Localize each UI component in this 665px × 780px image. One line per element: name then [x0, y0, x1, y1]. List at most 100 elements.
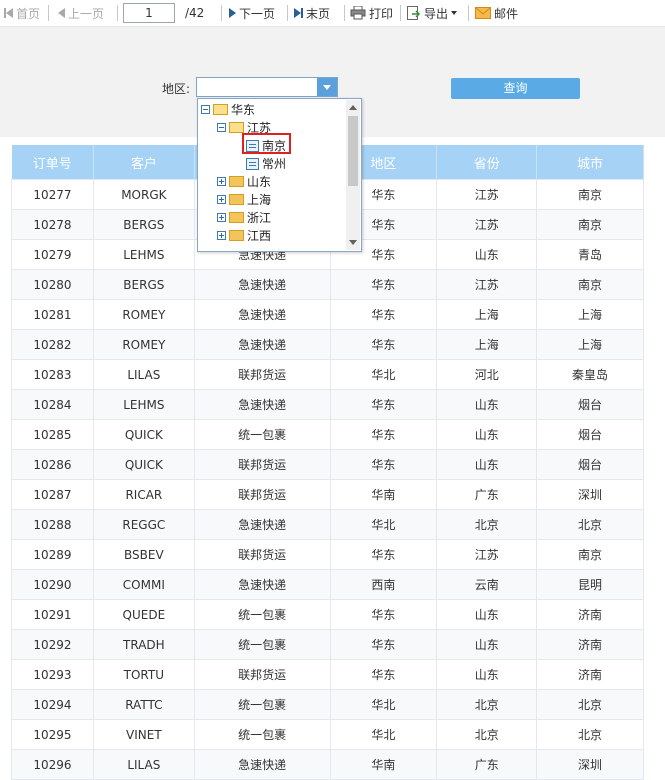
table-row[interactable]: 10283 LILAS 联邦货运 华北 河北 秦皇岛 — [11, 359, 644, 390]
mail-label: 邮件 — [494, 6, 519, 21]
order-id-cell: 10293 — [11, 659, 94, 690]
region-cell: 华南 — [329, 749, 438, 780]
mail-button[interactable]: 邮件 — [475, 4, 518, 22]
province-cell: 山东 — [436, 239, 538, 270]
region-cell: 华东 — [329, 539, 438, 570]
next-page-button[interactable]: 下一页 — [229, 4, 275, 22]
collapse-icon[interactable] — [201, 105, 210, 114]
tree-node-label: 山东 — [247, 175, 272, 189]
province-cell: 云南 — [436, 569, 538, 600]
region-tree-combo[interactable] — [196, 77, 338, 97]
shipper-cell: 统一包裹 — [193, 599, 331, 630]
province-cell: 河北 — [436, 359, 538, 390]
table-row[interactable]: 10289 BSBEV 联邦货运 华东 江苏 南京 — [11, 539, 644, 570]
shipper-cell: 统一包裹 — [193, 629, 331, 660]
toolbar-divider — [48, 5, 49, 21]
tree-node-label: 江西 — [247, 229, 272, 243]
next-page-label: 下一页 — [239, 6, 276, 21]
table-row[interactable]: 10282 ROMEY 急速快递 华东 上海 上海 — [11, 329, 644, 360]
expand-icon[interactable] — [217, 177, 226, 186]
scroll-up-icon[interactable] — [349, 105, 357, 110]
shipper-cell: 统一包裹 — [193, 419, 331, 450]
table-row[interactable]: 10284 LEHMS 急速快递 华东 山东 烟台 — [11, 389, 644, 420]
customer-cell: ROMEY — [92, 329, 195, 360]
print-button[interactable]: 打印 — [350, 4, 393, 22]
table-row[interactable]: 10296 LILAS 急速快递 华南 广东 深圳 — [11, 749, 644, 780]
tree-node-changzhou[interactable]: 常州 — [246, 155, 286, 172]
first-page-button[interactable]: 首页 — [4, 4, 40, 22]
city-cell: 深圳 — [536, 479, 644, 510]
tree-node-shandong[interactable]: 山东 — [217, 173, 271, 190]
order-id-cell: 10287 — [11, 479, 94, 510]
province-cell: 山东 — [436, 629, 538, 660]
region-dropdown-button[interactable] — [317, 78, 337, 96]
table-row[interactable]: 10294 RATTC 统一包裹 华北 北京 北京 — [11, 689, 644, 720]
region-cell: 华东 — [329, 329, 438, 360]
scroll-down-icon[interactable] — [349, 240, 357, 245]
collapse-icon[interactable] — [217, 123, 226, 132]
folder-icon — [229, 194, 244, 205]
prev-page-button[interactable]: 上一页 — [58, 4, 104, 22]
tree-node-jiangxi[interactable]: 江西 — [217, 227, 271, 244]
tree-scrollbar[interactable] — [346, 100, 360, 250]
tree-node-shanghai[interactable]: 上海 — [217, 191, 271, 208]
city-cell: 昆明 — [536, 569, 644, 600]
city-cell: 南京 — [536, 209, 644, 240]
order-id-cell: 10295 — [11, 719, 94, 750]
city-cell: 南京 — [536, 269, 644, 300]
expand-icon[interactable] — [217, 231, 226, 240]
table-row[interactable]: 10286 QUICK 联邦货运 华东 山东 烟台 — [11, 449, 644, 480]
region-cell: 华北 — [329, 509, 438, 540]
scroll-thumb[interactable] — [348, 116, 358, 186]
table-row[interactable]: 10291 QUEDE 统一包裹 华东 山东 济南 — [11, 599, 644, 630]
tree-node-label: 华东 — [231, 103, 256, 117]
customer-cell: TORTU — [92, 659, 195, 690]
tree-node-huadong[interactable]: 华东 — [201, 101, 255, 118]
query-button[interactable]: 查询 — [451, 78, 580, 99]
tree-node-zhejiang[interactable]: 浙江 — [217, 209, 271, 226]
order-id-cell: 10296 — [11, 749, 94, 780]
city-cell: 南京 — [536, 179, 644, 210]
export-button[interactable]: 导出 — [407, 4, 458, 22]
next-page-icon — [229, 8, 236, 18]
province-cell: 江苏 — [436, 539, 538, 570]
table-row[interactable]: 10285 QUICK 统一包裹 华东 山东 烟台 — [11, 419, 644, 450]
customer-cell: RICAR — [92, 479, 195, 510]
toolbar-divider — [287, 5, 288, 21]
city-cell: 北京 — [536, 719, 644, 750]
expand-icon[interactable] — [217, 195, 226, 204]
table-row[interactable]: 10290 COMMI 急速快递 西南 云南 昆明 — [11, 569, 644, 600]
table-row[interactable]: 10293 TORTU 联邦货运 华东 山东 济南 — [11, 659, 644, 690]
page-number-input[interactable]: 1 — [123, 3, 175, 23]
region-cell: 华东 — [329, 449, 438, 480]
expand-icon[interactable] — [217, 213, 226, 222]
column-header[interactable]: 城市 — [536, 145, 644, 180]
region-cell: 华南 — [329, 479, 438, 510]
customer-cell: LILAS — [92, 749, 195, 780]
column-header[interactable]: 省份 — [436, 145, 538, 180]
order-id-cell: 10289 — [11, 539, 94, 570]
table-row[interactable]: 10287 RICAR 联邦货运 华南 广东 深圳 — [11, 479, 644, 510]
shipper-cell: 统一包裹 — [193, 689, 331, 720]
order-id-cell: 10292 — [11, 629, 94, 660]
report-toolbar: 首页 上一页 1 /42 下一页 末页 打印 导出 邮件 — [0, 0, 665, 27]
customer-cell: BERGS — [92, 269, 195, 300]
table-row[interactable]: 10295 VINET 统一包裹 华北 北京 北京 — [11, 719, 644, 750]
shipper-cell: 急速快递 — [193, 389, 331, 420]
column-header[interactable]: 客户 — [93, 145, 195, 180]
province-cell: 上海 — [436, 299, 538, 330]
last-page-button[interactable]: 末页 — [294, 4, 330, 22]
region-cell: 华东 — [329, 299, 438, 330]
region-tree-popup: 华东 江苏 南京 常州 山东 上海 浙江 江西 — [197, 98, 362, 252]
city-cell: 深圳 — [536, 749, 644, 780]
column-header[interactable]: 订单号 — [11, 145, 94, 180]
table-row[interactable]: 10281 ROMEY 急速快递 华东 上海 上海 — [11, 299, 644, 330]
order-id-cell: 10282 — [11, 329, 94, 360]
page-total: /42 — [185, 6, 205, 20]
mail-icon — [475, 7, 491, 19]
city-cell: 北京 — [536, 509, 644, 540]
table-row[interactable]: 10280 BERGS 急速快递 华东 江苏 南京 — [11, 269, 644, 300]
table-row[interactable]: 10292 TRADH 统一包裹 华东 山东 济南 — [11, 629, 644, 660]
table-row[interactable]: 10288 REGGC 急速快递 华北 北京 北京 — [11, 509, 644, 540]
shipper-cell: 联邦货运 — [193, 479, 331, 510]
